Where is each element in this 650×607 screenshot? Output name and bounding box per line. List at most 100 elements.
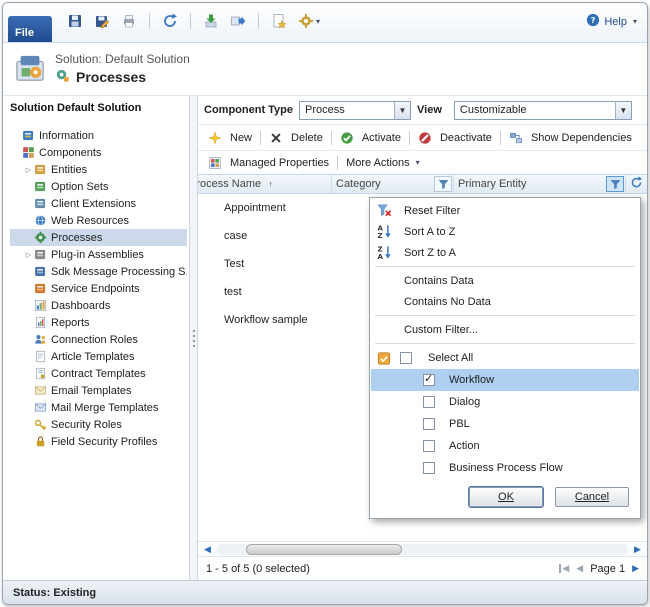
toolbar-separator — [408, 130, 410, 145]
sidebar-item-components[interactable]: Components — [10, 144, 187, 161]
grid-refresh-button[interactable] — [626, 175, 647, 193]
dashboards-icon — [34, 299, 47, 312]
sidebar-item-security-roles[interactable]: Security Roles — [10, 416, 187, 433]
category-filter-icon[interactable] — [434, 176, 452, 192]
contract-templates-icon — [34, 367, 47, 380]
save-as-icon[interactable] — [92, 11, 112, 31]
pane-splitter[interactable] — [189, 96, 198, 580]
mail-merge-icon — [34, 401, 47, 414]
delete-button[interactable]: Delete — [263, 129, 329, 147]
sidebar-item-field-security-profiles[interactable]: Field Security Profiles — [10, 433, 187, 450]
show-dependencies-button[interactable]: Show Dependencies — [503, 129, 638, 147]
menu-item-contains-data[interactable]: Contains Data — [371, 270, 639, 291]
menu-option-pbl[interactable]: PBL — [371, 413, 639, 435]
import-icon[interactable] — [201, 11, 221, 31]
column-filter-menu: Reset Filter A Z Sort A to Z Z A Sort Z to A Co… — [369, 197, 641, 519]
scroll-left-icon[interactable]: ◀ — [201, 544, 214, 554]
action-checkbox[interactable] — [423, 440, 435, 452]
save-icon[interactable] — [65, 11, 85, 31]
sidebar-item-plug-in-assemblies[interactable]: ▷ Plug-in Assemblies — [10, 246, 187, 263]
component-type-value: Process — [305, 104, 345, 116]
sidebar-item-web-resources[interactable]: Web Resources — [10, 212, 187, 229]
first-page-icon[interactable]: ◀ — [559, 564, 569, 573]
reports-icon — [34, 316, 47, 329]
scroll-right-icon[interactable]: ▶ — [631, 544, 644, 554]
menu-option-select-all[interactable]: Select All — [371, 347, 639, 369]
splitter-grip-icon — [192, 329, 195, 332]
toolbar-separator — [330, 130, 332, 145]
dialog-checkbox[interactable] — [423, 396, 435, 408]
menu-option-workflow[interactable]: Workflow — [371, 369, 639, 391]
reset-filter-icon — [377, 203, 397, 219]
previous-page-icon[interactable]: ◀ — [576, 564, 583, 573]
more-actions-button[interactable]: More Actions ▾ — [340, 155, 426, 171]
menu-option-dialog[interactable]: Dialog — [371, 391, 639, 413]
column-header-category[interactable]: Category — [332, 175, 454, 193]
ok-button[interactable]: OK — [468, 486, 544, 508]
sidebar-item-dashboards[interactable]: Dashboards — [10, 297, 187, 314]
sidebar-item-contract-templates[interactable]: Contract Templates — [10, 365, 187, 382]
column-header-primary-entity[interactable]: Primary Entity — [454, 175, 626, 193]
sidebar-item-entities[interactable]: ▷ Entities — [10, 161, 187, 178]
grid-header: Process Name ↑ Category Primary Entity — [198, 174, 647, 194]
pbl-checkbox[interactable] — [423, 418, 435, 430]
menu-icon-placeholder — [377, 273, 397, 289]
menu-item-reset-filter[interactable]: Reset Filter — [371, 200, 639, 221]
menu-option-action[interactable]: Action — [371, 435, 639, 457]
sidebar-item-client-extensions[interactable]: Client Extensions — [10, 195, 187, 212]
sidebar-item-article-templates[interactable]: Article Templates — [10, 348, 187, 365]
expand-chevron-icon[interactable]: ▷ — [23, 166, 34, 174]
business-process-flow-checkbox[interactable] — [423, 462, 435, 474]
sidebar-item-processes[interactable]: Processes — [10, 229, 187, 246]
activate-icon — [340, 131, 354, 145]
new-button[interactable]: New — [202, 129, 258, 147]
export-icon[interactable] — [228, 11, 248, 31]
new-record-icon[interactable] — [269, 11, 289, 31]
horizontal-scrollbar[interactable]: ◀ ▶ — [198, 541, 647, 556]
activate-button[interactable]: Activate — [334, 129, 407, 147]
menu-item-contains-no-data[interactable]: Contains No Data — [371, 291, 639, 312]
sort-az-icon: AZ — [377, 224, 397, 240]
grid-pager: 1 - 5 of 5 (0 selected) ◀ ◀ Page 1 ▶ — [198, 556, 647, 580]
refresh-icon[interactable] — [160, 11, 180, 31]
scrollbar-thumb[interactable] — [245, 543, 402, 555]
components-icon — [22, 146, 35, 159]
sidebar-item-reports[interactable]: Reports — [10, 314, 187, 331]
menu-separator — [375, 315, 635, 316]
sidebar-item-option-sets[interactable]: Option Sets — [10, 178, 187, 195]
sidebar-item-sdk-message-processing-s[interactable]: Sdk Message Processing S... — [10, 263, 187, 280]
sidebar-item-connection-roles[interactable]: Connection Roles — [10, 331, 187, 348]
sidebar-item-information[interactable]: Information — [10, 127, 187, 144]
menu-item-sort-a-to-z[interactable]: A Z Sort A to Z — [371, 221, 639, 242]
print-icon[interactable] — [119, 11, 139, 31]
help-menu[interactable]: ? Help ▾ — [586, 13, 637, 30]
expand-chevron-icon[interactable]: ▷ — [23, 251, 34, 259]
column-header-process-name[interactable]: Process Name ↑ — [198, 175, 332, 193]
menu-option-business-process-flow[interactable]: Business Process Flow — [371, 457, 639, 479]
menu-item-custom-filter[interactable]: Custom Filter... — [371, 319, 639, 340]
workflow-checkbox[interactable] — [423, 372, 435, 386]
view-select[interactable]: Customizable ▼ — [453, 100, 632, 120]
next-page-icon[interactable]: ▶ — [632, 564, 639, 573]
scrollbar-track[interactable] — [217, 543, 628, 555]
solution-navigation-sidebar: Solution Default Solution Information Com… — [3, 96, 189, 580]
managed-properties-button[interactable]: Managed Properties — [202, 154, 335, 172]
deactivate-button[interactable]: Deactivate — [412, 129, 498, 147]
sidebar-item-mail-merge-templates[interactable]: Mail Merge Templates — [10, 399, 187, 416]
settings-icon[interactable]: ▾ — [296, 11, 322, 31]
sidebar-title: Solution Default Solution — [10, 102, 142, 114]
svg-text:?: ? — [591, 15, 596, 25]
toolbar-separator — [260, 130, 262, 145]
menu-item-sort-z-to-a[interactable]: Z A Sort Z to A — [371, 242, 639, 263]
component-type-select[interactable]: Process ▼ — [299, 100, 412, 120]
cancel-button[interactable]: Cancel — [555, 487, 629, 507]
field-security-icon — [34, 435, 47, 448]
chevron-down-icon: ▾ — [316, 16, 321, 26]
select-all-checkbox[interactable] — [400, 352, 412, 364]
primary-entity-filter-icon[interactable] — [606, 176, 624, 192]
sidebar-item-service-endpoints[interactable]: Service Endpoints — [10, 280, 187, 297]
solution-icon — [15, 53, 45, 86]
file-tab[interactable]: File — [8, 16, 52, 42]
solution-label: Solution: Default Solution — [55, 52, 190, 66]
sidebar-item-email-templates[interactable]: Email Templates — [10, 382, 187, 399]
